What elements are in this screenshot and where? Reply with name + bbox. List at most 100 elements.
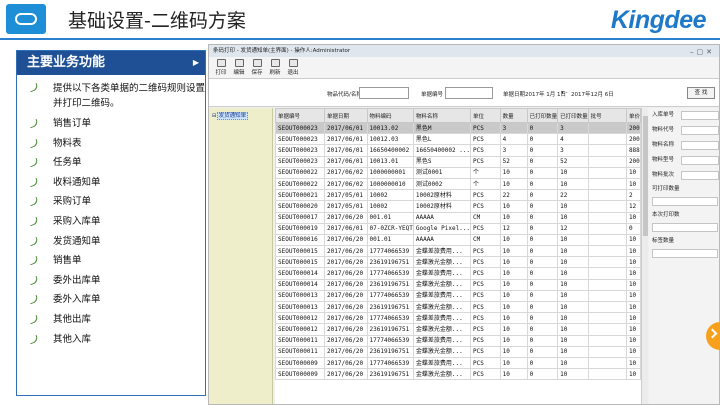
table-row[interactable]: SEOUT000019 2017/06/01 07-0ZCR-YEQT Google …	[275, 222, 641, 235]
table-row[interactable]: SEOUT000015 2017/06/20 17774066539 金蝶差旅费用..…	[275, 245, 641, 258]
table-cell: 个	[470, 177, 501, 191]
date-separator: ▾ -	[561, 90, 568, 96]
table-cell: 0	[526, 222, 559, 235]
table-row[interactable]: SEOUT000012 2017/06/20 23619196751 金蝶激光金额..…	[275, 323, 641, 336]
tree-node-label[interactable]: 发货通知单	[216, 112, 249, 120]
toolbar-button[interactable]: 保存	[248, 57, 266, 78]
scrollbar-thumb[interactable]	[643, 116, 648, 236]
detail-field-label: 可打印数量	[652, 186, 680, 192]
table-cell: 黑色M	[412, 121, 472, 135]
table-row[interactable]: SEOUT000014 2017/06/20 23619196751 金蝶激光金额..…	[275, 278, 641, 291]
table-cell: 2017/06/01	[324, 222, 368, 235]
bullet-icon	[28, 138, 39, 148]
table-cell: SEOUT000011	[275, 345, 326, 358]
table-cell: PCS	[470, 323, 501, 336]
table-row[interactable]: SEOUT000022 2017/06/02 1000000001 测试0001 个 10…	[275, 166, 641, 179]
detail-field-label: 物料名称	[652, 142, 675, 148]
table-cell: PCS	[470, 356, 501, 370]
detail-field-label: 标签数量	[652, 238, 675, 244]
table-cell: 10	[625, 323, 641, 336]
feature-label: 采购订单	[53, 196, 92, 208]
table-row[interactable]: SEOUT000021 2017/05/01 10002 10002原材料 PCS 22 0…	[275, 189, 641, 202]
table-row[interactable]: SEOUT000017 2017/06/20 001.01 AAAAA CM 10 0 10 1…	[275, 211, 641, 224]
feature-description: 提供以下各类单据的二维码规则设置并打印二维码。	[17, 81, 205, 111]
table-row[interactable]: SEOUT000012 2017/06/20 17774066539 金蝶差旅费用..…	[275, 312, 641, 325]
table-row[interactable]: SEOUT000009 2017/06/20 17774066539 金蝶差旅费用..…	[275, 356, 641, 370]
table-row[interactable]: SEOUT000013 2017/06/20 23619196751 金蝶激光金额..…	[275, 300, 641, 314]
table-row[interactable]: SEOUT000023 2017/06/01 16650400002 16650400…	[275, 144, 641, 157]
table-cell: 10	[499, 233, 528, 247]
item-code-input[interactable]	[359, 87, 409, 99]
column-header[interactable]: 批号	[587, 108, 627, 123]
table-cell: CM	[470, 233, 501, 247]
table-cell: 10	[625, 245, 641, 258]
bill-no-input[interactable]	[445, 87, 493, 99]
column-header[interactable]: 数量	[499, 108, 528, 123]
column-header[interactable]: 单据编号	[275, 108, 326, 123]
toolbar-button[interactable]: 编辑	[230, 57, 248, 78]
table-cell: 16650400002	[366, 144, 414, 157]
vertical-scrollbar[interactable]	[641, 108, 648, 404]
table-cell: 0	[526, 233, 559, 247]
toolbar-button[interactable]: 退出	[284, 57, 302, 78]
detail-field-label: 物料代号	[652, 127, 675, 133]
feature-label: 销售订单	[53, 118, 92, 129]
table-cell: PCS	[470, 300, 501, 314]
bullet-icon	[28, 197, 39, 207]
table-cell: 23619196751	[366, 323, 414, 336]
toolbar-button[interactable]: 打印	[212, 57, 230, 78]
table-row[interactable]: SEOUT000015 2017/06/20 23619196751 金蝶激光金额..…	[275, 256, 641, 269]
detail-field-input[interactable]	[652, 197, 718, 206]
table-cell: 0	[526, 312, 559, 325]
table-cell: 17774066539	[366, 267, 414, 280]
table-row[interactable]: SEOUT000022 2017/06/02 1000000010 测试0002 个 10…	[275, 177, 641, 191]
query-button[interactable]: 查 找	[687, 87, 715, 99]
table-cell: PCS	[470, 245, 501, 258]
date-to-picker[interactable]: 2017年12月 6日	[571, 90, 614, 98]
detail-field-input[interactable]	[681, 141, 719, 150]
table-cell: SEOUT000019	[275, 222, 326, 235]
table-cell: 10	[499, 177, 528, 191]
table-row[interactable]: SEOUT000023 2017/06/01 10013.02 黑色M PCS 3 0 3 20…	[275, 121, 641, 135]
column-header[interactable]: 物料编码	[366, 108, 414, 123]
toolbar-button[interactable]: 刷新	[266, 57, 284, 78]
table-row[interactable]: SEOUT000014 2017/06/20 17774066539 金蝶差旅费用..…	[275, 267, 641, 280]
bullet-icon	[28, 177, 39, 188]
column-header[interactable]: 单据日期	[324, 108, 368, 123]
table-cell	[587, 222, 627, 235]
table-cell: 10	[557, 368, 589, 381]
column-header[interactable]: 单价	[625, 108, 641, 123]
table-row[interactable]: SEOUT000023 2017/06/01 10012.03 黑色L PCS 4 0 4 20…	[275, 133, 641, 146]
table-row[interactable]: SEOUT000011 2017/06/20 17774066539 金蝶差旅费用..…	[275, 334, 641, 347]
feature-label: 物料表	[53, 137, 82, 149]
table-cell: 10	[625, 166, 641, 179]
column-header[interactable]: 已打印数量	[526, 108, 559, 123]
detail-field-input[interactable]	[681, 156, 719, 165]
column-header[interactable]: 物料名称	[412, 108, 472, 123]
detail-field-input[interactable]	[652, 249, 718, 258]
tree-node[interactable]: ⊟ 发货通知单	[209, 108, 272, 120]
table-cell: 2017/06/20	[324, 278, 368, 291]
table-row[interactable]: SEOUT000016 2017/06/20 001.01 AAAAA CM 10 0 10 1…	[275, 233, 641, 247]
date-from-picker[interactable]: 2017年 1月 1日	[525, 90, 566, 98]
table-row[interactable]: SEOUT000023 2017/06/01 10013.01 黑色S PCS 52 0 52…	[275, 155, 641, 168]
table-row[interactable]: SEOUT000011 2017/06/20 23619196751 金蝶激光金额..…	[275, 345, 641, 358]
table-row[interactable]: SEOUT000013 2017/06/20 17774066539 金蝶差旅费用..…	[275, 289, 641, 303]
feature-item: 收料通知单	[17, 176, 205, 190]
table-cell	[587, 256, 627, 269]
table-row[interactable]: SEOUT000009 2017/06/20 23619196751 金蝶激光金额..…	[275, 368, 641, 381]
table-cell: 16650400002 ...	[412, 144, 472, 157]
column-header[interactable]: 单位	[470, 108, 501, 123]
detail-field-input[interactable]	[652, 223, 718, 232]
table-row[interactable]: SEOUT000020 2017/05/01 10002 10002原材料 PCS 10 0…	[275, 200, 641, 213]
column-header[interactable]: 已打印数量	[557, 108, 589, 123]
detail-field-input[interactable]	[681, 171, 719, 180]
table-cell	[587, 300, 627, 314]
table-cell: 23619196751	[366, 300, 414, 314]
table-cell: 金蝶差旅费用...	[412, 289, 472, 303]
window-title: 条码打印 - 发货通知单(主界面) - 操作人:Administrator	[213, 48, 351, 54]
table-cell: 0	[526, 345, 559, 358]
window-controls[interactable]: –▢✕	[690, 46, 715, 58]
detail-field-input[interactable]	[681, 126, 719, 135]
detail-field-input[interactable]	[681, 111, 719, 120]
